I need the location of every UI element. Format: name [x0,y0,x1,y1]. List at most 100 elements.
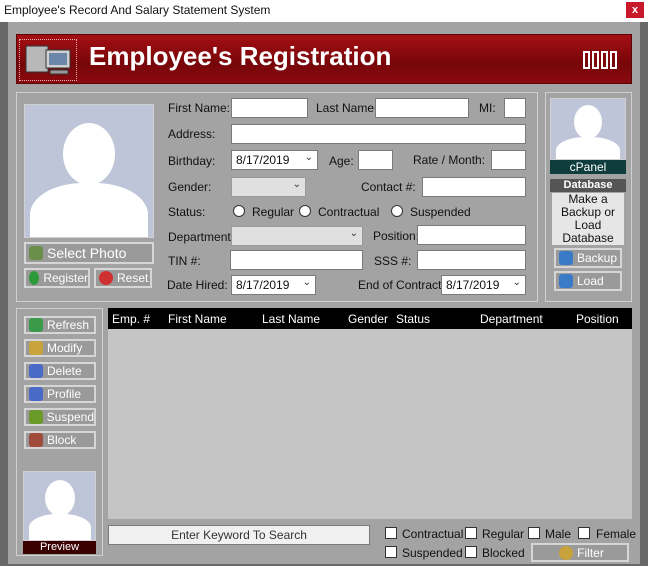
edit-user-icon [29,341,43,355]
backup-button[interactable]: Backup [554,248,622,268]
search-icon [559,545,574,560]
page-title: Employee's Registration [89,41,392,71]
suspend-button[interactable]: Suspend [24,408,96,426]
column-last-name[interactable]: Last Name [262,312,320,326]
refresh-button[interactable]: Refresh [24,316,96,334]
date-hired-picker[interactable]: 8/17/2019 ⌄ [231,275,316,295]
user-icon [29,387,43,401]
banner-decoration [583,51,619,72]
window-title: Employee's Record And Salary Statement S… [4,3,271,17]
search-input[interactable]: Enter Keyword To Search [108,525,370,545]
register-button[interactable]: Register [24,268,90,288]
column-emp-no[interactable]: Emp. # [112,312,150,326]
rate-field[interactable] [491,150,526,170]
status-contractual-radio[interactable] [299,205,311,217]
status-suspended-label: Suspended [410,205,471,219]
position-label: Position: [373,229,420,243]
female-checkbox[interactable] [578,527,590,539]
end-contract-picker[interactable]: 8/17/2019 ⌄ [441,275,526,295]
contact-field[interactable] [422,177,526,197]
column-first-name[interactable]: First Name [168,312,227,326]
column-position[interactable]: Position [576,312,619,326]
picture-icon [29,246,43,260]
first-name-field[interactable] [231,98,308,118]
status-regular-label: Regular [252,205,295,219]
employee-table-header: Emp. # First Name Last Name Gender Statu… [108,308,632,329]
suspend-user-icon [29,410,43,424]
status-suspended-radio[interactable] [391,205,403,217]
cpanel-label: cPanel [550,160,626,174]
first-name-label: First Name: [168,101,231,115]
column-gender[interactable]: Gender [348,312,388,326]
modify-button[interactable]: Modify [24,339,96,357]
reset-button[interactable]: Reset [94,268,152,288]
column-department[interactable]: Department [480,312,543,326]
birthday-label: Birthday: [168,154,216,168]
block-button[interactable]: Block [24,431,96,449]
contractual-filter-label: Contractual [402,527,464,541]
employee-photo [24,104,154,238]
male-filter-label: Male [545,527,572,541]
birthday-picker[interactable]: 8/17/2019 ⌄ [231,150,318,170]
refresh-icon [29,318,43,332]
database-icon [559,274,573,288]
load-button[interactable]: Load [554,271,622,291]
filter-button[interactable]: Filter [531,543,629,562]
gender-select[interactable]: ⌄ [231,177,306,197]
gender-label: Gender: [168,180,212,194]
sss-field[interactable] [417,250,526,270]
blocked-checkbox[interactable] [465,546,477,558]
chevron-down-icon: ⌄ [349,228,358,239]
date-hired-label: Date Hired: [167,278,228,292]
regular-checkbox[interactable] [465,527,477,539]
block-user-icon [29,433,43,447]
chevron-down-icon: ⌄ [302,277,311,288]
preview-photo [23,471,96,541]
female-filter-label: Female [596,527,637,541]
suspended-filter-label: Suspended [402,546,463,560]
preview-label: Preview [23,541,96,554]
blocked-filter-label: Blocked [482,546,525,560]
cpanel-avatar [550,98,626,160]
suspended-checkbox[interactable] [385,546,397,558]
delete-user-icon [29,364,43,378]
chevron-down-icon: ⌄ [304,152,313,163]
remove-icon [99,271,113,285]
contact-label: Contact #: [361,180,416,194]
tin-field[interactable] [230,250,363,270]
end-contract-label: End of Contract: [358,278,445,292]
delete-button[interactable]: Delete [24,362,96,380]
sss-label: SSS #: [374,254,412,268]
position-field[interactable] [417,225,526,245]
last-name-field[interactable] [375,98,469,118]
address-label: Address: [168,127,216,141]
employee-table-body[interactable] [108,329,632,519]
close-button[interactable]: x [626,2,644,18]
mi-field[interactable] [504,98,526,118]
tin-label: TIN #: [168,254,201,268]
status-contractual-label: Contractual [318,205,380,219]
profile-button[interactable]: Profile [24,385,96,403]
database-description: Make a Backup or Load Database [552,193,624,245]
status-regular-radio[interactable] [233,205,245,217]
database-icon [559,251,573,265]
age-field[interactable] [358,150,393,170]
chevron-down-icon: ⌄ [512,277,521,288]
database-header: Database [550,179,626,192]
rate-label: Rate / Month: [413,153,486,167]
header-banner: Employee's Registration [16,34,632,84]
regular-filter-label: Regular [482,527,525,541]
column-status[interactable]: Status [396,312,430,326]
chevron-down-icon: ⌄ [292,179,301,190]
mi-label: MI: [479,101,496,115]
department-select[interactable]: ⌄ [231,226,363,246]
status-label: Status: [168,205,206,219]
male-checkbox[interactable] [528,527,540,539]
select-photo-button[interactable]: Select Photo [24,242,154,264]
department-label: Department: [168,230,235,244]
address-field[interactable] [231,124,526,144]
computer-icon [19,39,77,81]
title-bar: Employee's Record And Salary Statement S… [0,0,651,22]
contractual-checkbox[interactable] [385,527,397,539]
last-name-label: Last Name: [316,101,378,115]
